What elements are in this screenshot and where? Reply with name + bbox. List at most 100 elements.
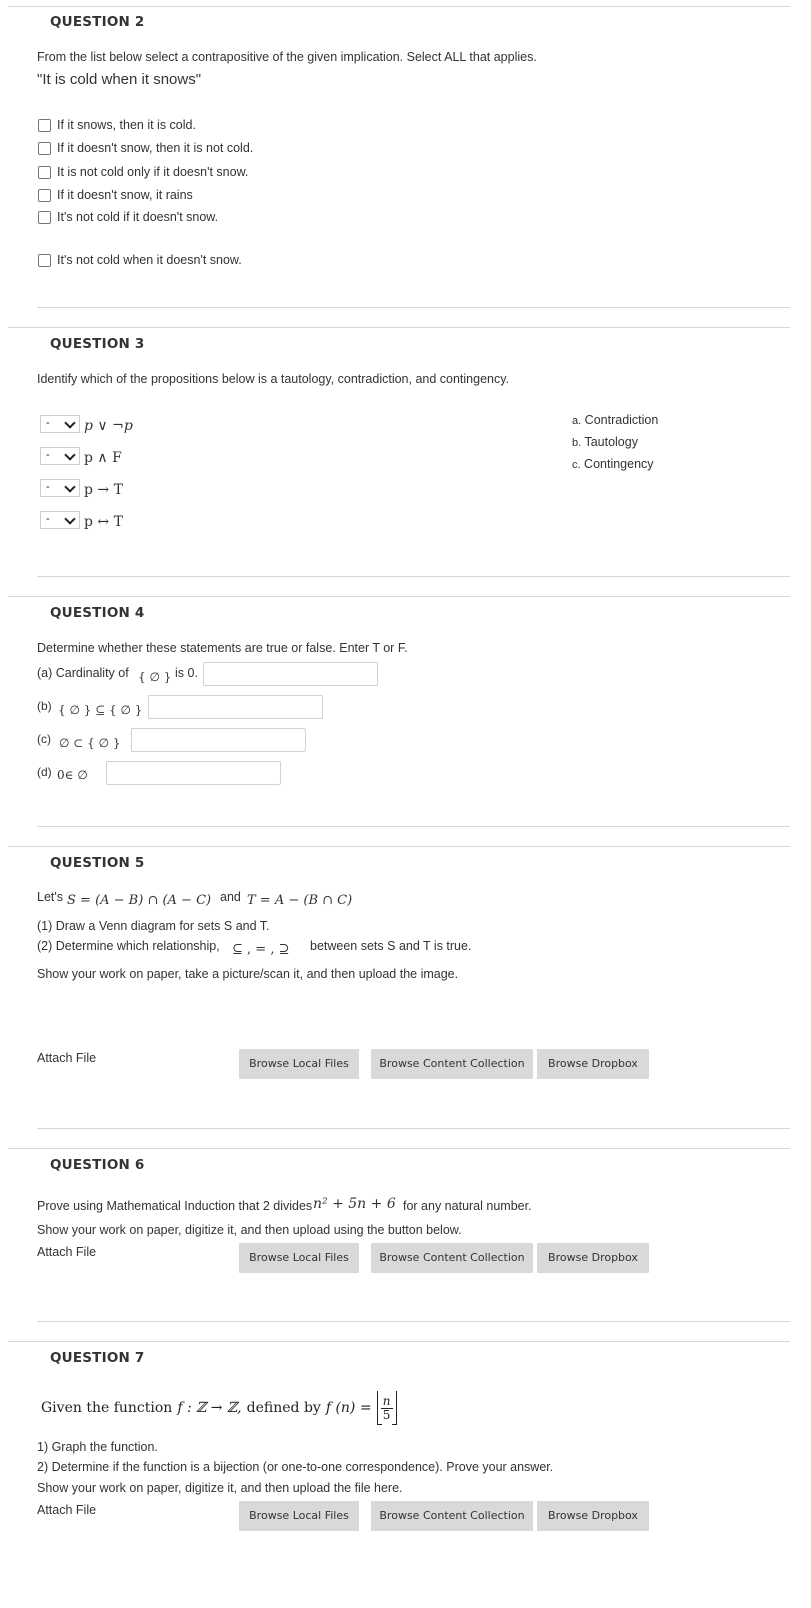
answer-choice: c. Contingency	[572, 457, 654, 471]
statement-a-set: { ∅ }	[138, 670, 172, 684]
statement-b-prefix: (b)	[37, 699, 52, 713]
given-implication: "It is cold when it snows"	[37, 71, 202, 88]
statement-a-prefix: (a) Cardinality of	[37, 666, 129, 680]
defined-text: defined by	[246, 1400, 321, 1416]
option-label: It's not cold when it doesn't snow.	[57, 253, 242, 267]
option-label: It is not cold only if it doesn't snow.	[57, 165, 249, 179]
answer-select[interactable]: -	[40, 447, 80, 465]
lets-label: Let's	[37, 890, 64, 904]
section-divider	[37, 307, 790, 308]
option-checkbox[interactable]	[38, 119, 51, 132]
answer-select[interactable]: -	[40, 511, 80, 529]
browse-local-files-button[interactable]: Browse Local Files	[239, 1243, 359, 1273]
instruction-line: Show your work on paper, digitize it, an…	[37, 1481, 403, 1495]
browse-content-collection-button[interactable]: Browse Content Collection	[371, 1049, 533, 1079]
select-value: -	[46, 449, 50, 461]
answer-label: Contingency	[584, 457, 654, 471]
option-checkbox[interactable]	[38, 189, 51, 202]
question-title: QUESTION 7	[50, 1350, 145, 1366]
proposition: p ∧ F	[84, 450, 122, 466]
section-divider	[8, 6, 790, 7]
option-checkbox[interactable]	[38, 142, 51, 155]
answer-label: Contradiction	[584, 413, 659, 427]
floor-bracket: n 5	[376, 1391, 397, 1425]
select-value: -	[46, 481, 50, 493]
set-s-definition: S = (A − B) ∩ (A − C)	[67, 893, 212, 908]
browse-dropbox-button[interactable]: Browse Dropbox	[537, 1243, 649, 1273]
browse-dropbox-button[interactable]: Browse Dropbox	[537, 1049, 649, 1079]
statement-c-expr: ∅ ⊂ { ∅ }	[59, 736, 121, 750]
section-divider	[37, 576, 790, 577]
section-divider	[8, 846, 790, 847]
question-prompt: Identify which of the propositions below…	[37, 372, 510, 386]
option-checkbox[interactable]	[38, 211, 51, 224]
browse-dropbox-button[interactable]: Browse Dropbox	[537, 1501, 649, 1531]
answer-choice: a. Contradiction	[572, 413, 658, 427]
option-label: If it doesn't snow, it rains	[57, 188, 193, 202]
instruction-line: 2) Determine if the function is a biject…	[37, 1460, 554, 1474]
option-label: If it doesn't snow, then it is not cold.	[57, 141, 254, 155]
section-divider	[8, 327, 790, 328]
select-value: -	[46, 513, 50, 525]
chevron-down-icon	[64, 481, 76, 493]
answer-input-c[interactable]	[131, 728, 306, 752]
instruction-line: Show your work on paper, take a picture/…	[37, 967, 459, 981]
answer-key: a.	[572, 415, 582, 427]
answer-select[interactable]: -	[40, 415, 80, 433]
browse-content-collection-button[interactable]: Browse Content Collection	[371, 1501, 533, 1531]
statement-d-prefix: (d)	[37, 765, 52, 779]
function-definition: Given the function f : ℤ → ℤ, defined by…	[41, 1388, 397, 1428]
section-divider	[8, 1148, 790, 1149]
statement-b-expr: { ∅ } ⊆ { ∅ }	[58, 703, 143, 717]
section-divider	[8, 1341, 790, 1342]
option-label: If it snows, then it is cold.	[57, 118, 196, 132]
and-label: and	[220, 890, 241, 904]
option-label: It's not cold if it doesn't snow.	[57, 210, 219, 224]
question-prompt: for any natural number.	[403, 1199, 532, 1213]
browse-content-collection-button[interactable]: Browse Content Collection	[371, 1243, 533, 1273]
function-lhs: f (n) =	[325, 1400, 372, 1416]
instruction-line: Show your work on paper, digitize it, an…	[37, 1223, 462, 1237]
option-checkbox[interactable]	[38, 166, 51, 179]
instruction-line: (1) Draw a Venn diagram for sets S and T…	[37, 919, 270, 933]
function-signature: f : ℤ → ℤ,	[177, 1400, 242, 1416]
question-prompt: Prove using Mathematical Induction that …	[37, 1199, 313, 1213]
question-title: QUESTION 2	[50, 14, 145, 30]
question-prompt: Determine whether these statements are t…	[37, 641, 408, 655]
fraction-numerator: n	[382, 1393, 391, 1408]
question-prompt: From the list below select a contraposit…	[37, 50, 537, 64]
browse-local-files-button[interactable]: Browse Local Files	[239, 1501, 359, 1531]
instruction-line: between sets S and T is true.	[310, 939, 472, 953]
statement-a-suffix: is 0.	[175, 666, 198, 680]
fraction: n 5	[380, 1393, 393, 1422]
relation-symbols: ⊆ , = , ⊇	[232, 942, 290, 957]
select-value: -	[46, 417, 50, 429]
answer-label: Tautology	[584, 435, 638, 449]
section-divider	[37, 826, 790, 827]
question-title: QUESTION 6	[50, 1157, 145, 1173]
proposition: p ∨ ¬p	[84, 418, 133, 434]
given-text: Given the function	[41, 1400, 173, 1416]
answer-key: b.	[572, 437, 582, 449]
question-title: QUESTION 5	[50, 855, 145, 871]
section-divider	[8, 596, 790, 597]
answer-select[interactable]: -	[40, 479, 80, 497]
answer-choice: b. Tautology	[572, 435, 638, 449]
set-t-definition: T = A − (B ∩ C)	[247, 893, 353, 908]
divisibility-expression: n² + 5n + 6	[313, 1196, 396, 1212]
attach-file-label: Attach File	[37, 1245, 97, 1259]
question-title: QUESTION 3	[50, 336, 145, 352]
chevron-down-icon	[64, 449, 76, 461]
option-checkbox[interactable]	[38, 254, 51, 267]
fraction-denominator: 5	[382, 1407, 391, 1422]
browse-local-files-button[interactable]: Browse Local Files	[239, 1049, 359, 1079]
section-divider	[37, 1321, 790, 1322]
chevron-down-icon	[64, 513, 76, 525]
proposition: p → T	[84, 482, 123, 498]
question-title: QUESTION 4	[50, 605, 145, 621]
statement-d-expr: 0∈ ∅	[57, 768, 88, 782]
answer-input-a[interactable]	[203, 662, 378, 686]
instruction-line: (2) Determine which relationship,	[37, 939, 220, 953]
answer-input-b[interactable]	[148, 695, 323, 719]
answer-input-d[interactable]	[106, 761, 281, 785]
